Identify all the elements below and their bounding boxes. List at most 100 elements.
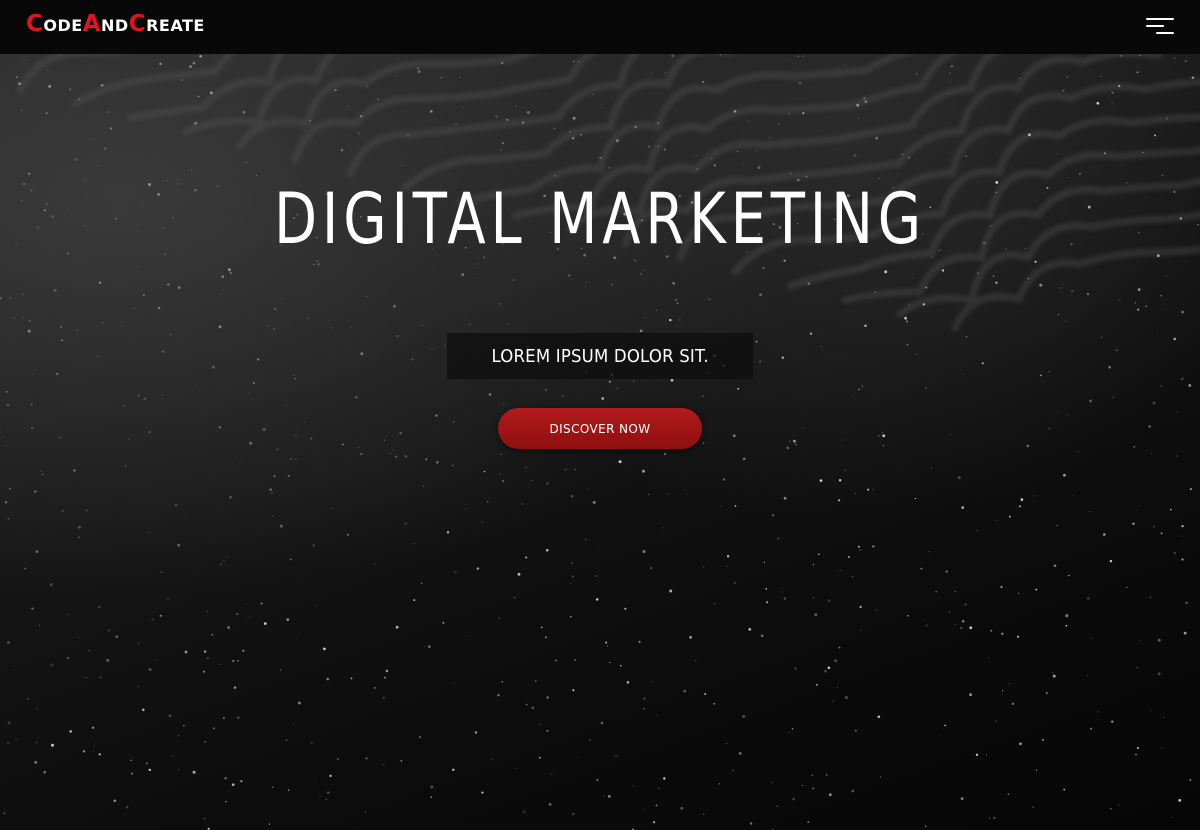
grain-speck (1039, 283, 1043, 287)
grain-speck (125, 805, 129, 809)
grain-speck (247, 616, 249, 618)
grain-speck (914, 497, 917, 500)
grain-speck (297, 701, 301, 705)
grain-speck (713, 602, 716, 605)
grain-speck (572, 60, 575, 63)
grain-speck (92, 750, 95, 752)
grain-speck (1111, 102, 1113, 104)
grain-speck (603, 795, 606, 798)
grain-speck (965, 155, 968, 158)
grain-speck (1020, 498, 1024, 501)
grain-speck (914, 126, 916, 128)
grain-speck (45, 202, 49, 205)
grain-speck (74, 158, 78, 161)
menu-bar-bottom (1156, 32, 1174, 34)
grain-speck (620, 664, 622, 667)
grain-speck (242, 110, 246, 114)
grain-speck (1034, 495, 1036, 497)
grain-speck (1065, 614, 1069, 618)
grain-speck (640, 273, 642, 275)
grain-speck (838, 478, 842, 482)
grain-speck (597, 545, 599, 547)
grain-speck (1068, 574, 1070, 577)
grain-speck (538, 756, 541, 759)
grain-speck (961, 620, 965, 623)
grain-speck (864, 100, 867, 103)
grain-speck (827, 666, 831, 670)
grain-speck (218, 325, 222, 329)
grain-speck (206, 610, 208, 612)
grain-speck (1173, 337, 1176, 341)
grain-speck (1018, 592, 1020, 594)
grain-speck (624, 607, 627, 610)
grain-speck (289, 321, 291, 323)
grain-speck (203, 670, 206, 673)
grain-speck (571, 495, 574, 498)
grain-speck (177, 735, 180, 737)
grain-speck (161, 350, 165, 353)
grain-speck (413, 542, 415, 544)
grain-speck (807, 282, 811, 285)
grain-speck (44, 490, 46, 492)
brand-logo[interactable]: C ode A nd C reate (26, 13, 205, 39)
grain-speck (109, 127, 113, 130)
grain-speck (203, 817, 206, 820)
grain-speck (638, 640, 641, 644)
grain-speck (148, 668, 152, 671)
grain-speck (455, 123, 458, 126)
grain-speck (670, 378, 674, 382)
grain-speck (1118, 84, 1121, 88)
grain-speck (928, 551, 930, 553)
grain-speck (1160, 295, 1162, 297)
grain-speck (506, 118, 509, 121)
grain-speck (683, 689, 687, 693)
grain-speck (68, 209, 70, 211)
grain-speck (268, 823, 271, 825)
grain-speck (695, 154, 698, 157)
grain-speck (78, 98, 81, 101)
grain-speck (501, 142, 504, 145)
hamburger-menu-icon[interactable] (1144, 16, 1176, 38)
grain-speck (7, 641, 10, 645)
grain-speck (758, 360, 762, 363)
grain-speck (948, 159, 950, 161)
grain-speck (246, 603, 248, 605)
grain-speck (436, 461, 439, 464)
grain-speck (273, 307, 277, 311)
grain-speck (486, 500, 489, 503)
grain-speck (789, 440, 791, 442)
grain-speck (749, 822, 753, 825)
grain-speck (46, 69, 48, 71)
grain-speck (545, 549, 549, 552)
grain-speck (292, 374, 295, 377)
grain-speck (854, 492, 856, 494)
grain-speck (331, 507, 333, 509)
hero-subtitle-box: LOREM IPSUM DOLOR SIT. (447, 333, 753, 379)
grain-speck (727, 565, 729, 567)
grain-speck (272, 786, 274, 788)
grain-speck (925, 624, 928, 627)
grain-speck (1173, 552, 1176, 554)
grain-speck (856, 103, 860, 107)
grain-speck (459, 76, 461, 78)
grain-speck (1096, 101, 1100, 105)
grain-speck (428, 645, 431, 648)
grain-speck (815, 683, 818, 686)
grain-speck (1197, 223, 1199, 226)
discover-now-button[interactable]: DISCOVER NOW (498, 408, 702, 449)
grain-speck (1116, 349, 1118, 352)
grain-speck (783, 597, 787, 600)
grain-speck (30, 189, 33, 192)
grain-speck (592, 93, 594, 96)
grain-speck (1136, 666, 1139, 669)
grain-speck (424, 646, 426, 648)
grain-speck (802, 111, 805, 115)
grain-speck (605, 641, 608, 644)
grain-speck (655, 309, 658, 311)
grain-speck (708, 298, 711, 301)
grain-speck (1168, 191, 1171, 193)
grain-speck (989, 817, 991, 819)
grain-speck (562, 395, 564, 397)
grain-speck (802, 426, 804, 429)
grain-speck (223, 289, 225, 291)
